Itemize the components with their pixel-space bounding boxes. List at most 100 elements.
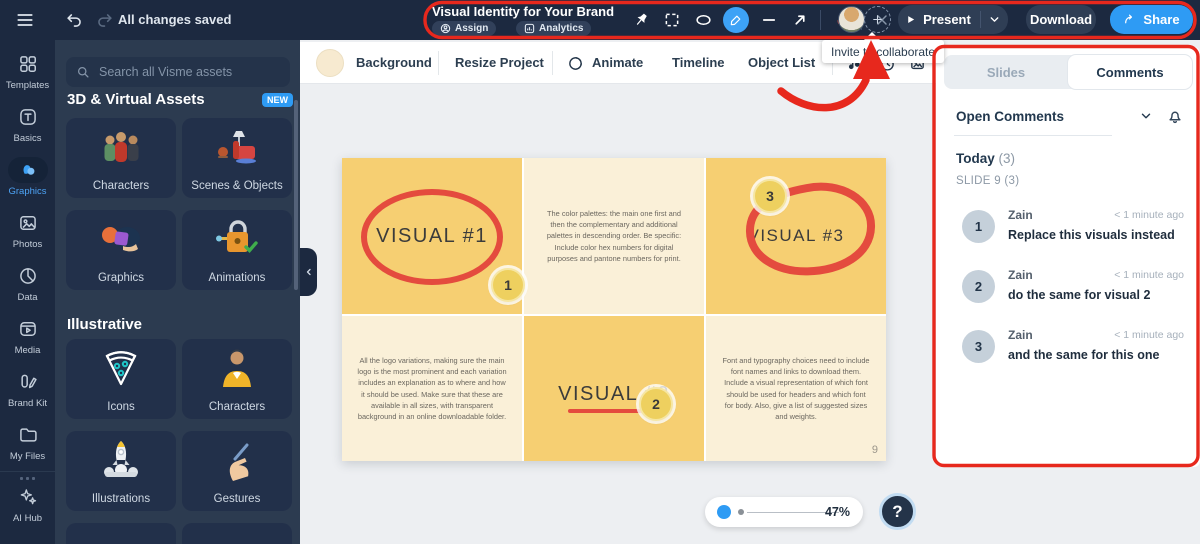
logos-paragraph: All the logo variations, making sure the… bbox=[357, 356, 507, 421]
sidebar-item-basics[interactable]: Basics bbox=[0, 97, 55, 150]
redo-icon[interactable] bbox=[92, 8, 116, 32]
comment-item-3[interactable]: 3 Zain < 1 minute ago and the same for t… bbox=[962, 328, 1184, 378]
today-group-label: Today (3) bbox=[956, 151, 1016, 166]
pen-tool-icon-active[interactable] bbox=[723, 7, 749, 33]
panel-collapse-handle[interactable] bbox=[300, 248, 317, 296]
slide-panel-visual2[interactable]: VISUAL #2 bbox=[524, 316, 704, 461]
document-title[interactable]: Visual Identity for Your Brand bbox=[432, 4, 614, 19]
sparkles-icon bbox=[8, 484, 48, 510]
comment-item-2[interactable]: 2 Zain < 1 minute ago do the same for vi… bbox=[962, 268, 1184, 318]
invite-collaborator-button[interactable] bbox=[864, 6, 891, 33]
tile-3d-scenes-objects[interactable]: Scenes & Objects bbox=[182, 118, 292, 198]
hand-pen-image bbox=[182, 438, 292, 484]
tab-slides[interactable]: Slides bbox=[944, 55, 1068, 89]
section-title-3d: 3D & Virtual Assets bbox=[67, 91, 205, 108]
tile-partial-right[interactable] bbox=[182, 523, 292, 544]
comment-author: Zain bbox=[1008, 208, 1033, 222]
sidebar-item-my-files[interactable]: My Files bbox=[0, 415, 55, 468]
slide-canvas[interactable]: VISUAL #1 The color palettes: the main o… bbox=[342, 158, 886, 461]
zoom-control: 47% bbox=[705, 497, 863, 527]
bar-chart-icon bbox=[524, 23, 535, 34]
sidebar-item-graphics[interactable]: Graphics bbox=[0, 150, 55, 203]
tile-illustrative-characters[interactable]: Characters bbox=[182, 339, 292, 419]
slide-panel-fonts-text[interactable]: Font and typography choices need to incl… bbox=[706, 316, 886, 461]
section-title-illustrative: Illustrative bbox=[67, 316, 143, 333]
comment-timestamp: < 1 minute ago bbox=[1114, 209, 1184, 221]
panel-scrollbar[interactable] bbox=[294, 100, 298, 290]
animate-icon[interactable] bbox=[564, 52, 586, 74]
help-button[interactable]: ? bbox=[879, 493, 916, 530]
tab-comments[interactable]: Comments bbox=[1068, 55, 1192, 89]
chevron-down-icon[interactable] bbox=[988, 13, 1001, 26]
slide-page-number: 9 bbox=[871, 444, 878, 456]
tile-illustrative-illustrations[interactable]: Illustrations bbox=[66, 431, 176, 511]
zoom-slider-thumb[interactable] bbox=[717, 505, 731, 519]
pie-chart-icon bbox=[8, 263, 48, 289]
slide-panel-visual3[interactable]: VISUAL #3 bbox=[706, 158, 886, 314]
comment-text: do the same for visual 2 bbox=[1008, 288, 1151, 302]
zoom-default-marker bbox=[738, 509, 744, 515]
graphics-shapes-icon bbox=[7, 157, 48, 183]
chevron-down-icon[interactable] bbox=[1139, 109, 1153, 123]
slide-panel-logos-text[interactable]: All the logo variations, making sure the… bbox=[342, 316, 522, 461]
templates-grid-icon bbox=[8, 51, 48, 77]
present-button[interactable]: Present bbox=[898, 5, 1008, 34]
tile-3d-animations[interactable]: Animations bbox=[182, 210, 292, 290]
download-button[interactable]: Download bbox=[1026, 5, 1096, 34]
timeline-button[interactable]: Timeline bbox=[672, 55, 725, 70]
comment-pin-2[interactable]: 2 bbox=[639, 387, 673, 421]
sidebar-item-photos[interactable]: Photos bbox=[0, 203, 55, 256]
animate-button[interactable]: Animate bbox=[592, 55, 643, 70]
share-button[interactable]: Share bbox=[1110, 5, 1193, 34]
undo-icon[interactable] bbox=[62, 8, 86, 32]
pin-tool-icon[interactable] bbox=[630, 8, 652, 32]
background-color-swatch[interactable] bbox=[316, 49, 344, 77]
background-button[interactable]: Background bbox=[356, 55, 432, 70]
person-circle-icon bbox=[440, 23, 451, 34]
asset-search-box[interactable] bbox=[66, 57, 290, 87]
comments-panel: Slides Comments Open Comments Today (3) … bbox=[936, 47, 1200, 467]
sidebar-item-templates[interactable]: Templates bbox=[0, 40, 55, 97]
open-comments-filter[interactable]: Open Comments bbox=[956, 109, 1064, 124]
comment-timestamp: < 1 minute ago bbox=[1114, 329, 1184, 341]
hamburger-menu-icon[interactable] bbox=[13, 8, 37, 32]
notifications-bell-icon[interactable] bbox=[1166, 107, 1184, 125]
comment-text: and the same for this one bbox=[1008, 348, 1160, 362]
scenes-objects-image bbox=[182, 125, 292, 171]
search-input[interactable] bbox=[99, 65, 269, 79]
zoom-level-label: 47% bbox=[824, 505, 850, 519]
comment-item-1[interactable]: 1 Zain < 1 minute ago Replace this visua… bbox=[962, 208, 1184, 258]
tile-3d-characters[interactable]: Characters bbox=[66, 118, 176, 198]
sidebar-item-data[interactable]: Data bbox=[0, 256, 55, 309]
ellipse-tool-icon[interactable] bbox=[692, 8, 714, 32]
pizza-icon-image bbox=[66, 346, 176, 392]
folder-icon bbox=[8, 422, 48, 448]
resize-project-button[interactable]: Resize Project bbox=[455, 55, 544, 70]
user-avatar[interactable] bbox=[838, 6, 865, 33]
tile-illustrative-gestures[interactable]: Gestures bbox=[182, 431, 292, 511]
arrow-tool-icon[interactable] bbox=[789, 8, 811, 32]
plus-icon bbox=[873, 15, 882, 24]
comment-pin-3[interactable]: 3 bbox=[753, 179, 787, 213]
slide-panel-colors-text[interactable]: The color palettes: the main one first a… bbox=[524, 158, 704, 314]
fonts-paragraph: Font and typography choices need to incl… bbox=[722, 356, 870, 421]
tile-partial-left[interactable] bbox=[66, 523, 176, 544]
colors-paragraph: The color palettes: the main one first a… bbox=[546, 209, 682, 263]
characters-3d-image bbox=[66, 125, 176, 171]
tile-3d-graphics[interactable]: Graphics bbox=[66, 210, 176, 290]
line-tool-icon[interactable] bbox=[758, 8, 780, 32]
assign-button[interactable]: Assign bbox=[432, 21, 497, 36]
object-list-button[interactable]: Object List bbox=[748, 55, 815, 70]
select-area-tool-icon[interactable] bbox=[661, 8, 683, 32]
assets-panel: 3D & Virtual Assets NEW Characters Scene… bbox=[55, 40, 300, 544]
tile-illustrative-icons[interactable]: Icons bbox=[66, 339, 176, 419]
comment-pin-1[interactable]: 1 bbox=[491, 268, 525, 302]
sidebar-item-media[interactable]: Media bbox=[0, 309, 55, 362]
play-icon bbox=[908, 16, 915, 23]
photo-icon bbox=[8, 210, 48, 236]
sidebar-item-ai-hub[interactable]: AI Hub bbox=[0, 482, 55, 530]
comment-author: Zain bbox=[1008, 328, 1033, 342]
analytics-button[interactable]: Analytics bbox=[516, 21, 592, 36]
sidebar-item-brand-kit[interactable]: Brand Kit bbox=[0, 362, 55, 415]
search-icon bbox=[77, 66, 89, 77]
